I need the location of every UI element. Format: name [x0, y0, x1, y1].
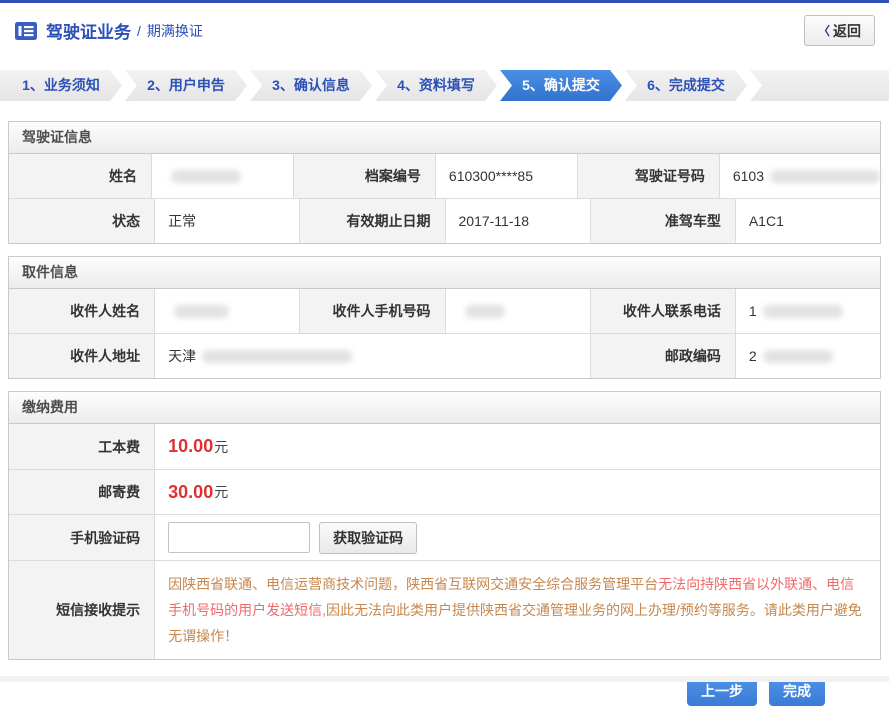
recipient-name-label: 收件人姓名: [9, 289, 154, 333]
wizard-step-bar: 1、业务须知 2、用户申告 3、确认信息 4、资料填写 5、确认提交 6、完成提…: [0, 70, 889, 101]
status-label: 状态: [9, 199, 154, 243]
vehicle-class-value: A1C1: [735, 199, 880, 243]
page-bottom-strip: [0, 676, 889, 682]
file-number-value: 610300****85: [435, 154, 577, 198]
recipient-name-value: [154, 289, 299, 333]
table-row: 收件人地址 天津 邮政编码 2: [9, 333, 880, 378]
recipient-address-label: 收件人地址: [9, 334, 154, 378]
recipient-address-prefix: 天津: [168, 346, 196, 366]
redacted-recipient-phone: [763, 305, 843, 318]
license-info-section: 驾驶证信息 姓名 档案编号 610300****85 驾驶证号码 6103 状态…: [8, 121, 881, 244]
step-5-confirm-submit[interactable]: 5、确认提交: [500, 70, 622, 101]
recipient-address-value: 天津: [154, 334, 590, 378]
vehicle-class-label: 准驾车型: [590, 199, 735, 243]
expiry-date-value: 2017-11-18: [445, 199, 590, 243]
redacted-name: [171, 170, 241, 183]
table-row: 短信接收提示 因陕西省联通、电信运营商技术问题，陕西省互联网交通安全综合服务管理…: [9, 560, 880, 659]
status-value: 正常: [154, 199, 299, 243]
step-1-business-notice[interactable]: 1、业务须知: [0, 70, 122, 101]
postal-code-prefix: 2: [749, 348, 757, 364]
sms-code-cell: 获取验证码: [154, 515, 880, 560]
redacted-postal-code: [763, 350, 833, 363]
postal-code-value: 2: [735, 334, 880, 378]
step-2-user-declaration[interactable]: 2、用户申告: [125, 70, 247, 101]
sms-notice-label: 短信接收提示: [9, 561, 154, 659]
back-button-label: 返回: [833, 21, 861, 41]
license-number-prefix: 6103: [733, 168, 764, 184]
mailing-fee-value: 30.00 元: [154, 470, 880, 514]
redacted-recipient-name: [174, 305, 229, 318]
step-bar-filler: [750, 70, 889, 101]
table-row: 状态 正常 有效期止日期 2017-11-18 准驾车型 A1C1: [9, 198, 880, 243]
page-title: 驾驶证业务: [46, 18, 131, 43]
production-fee-amount: 10.00: [168, 436, 213, 457]
fees-title: 缴纳费用: [9, 392, 880, 424]
recipient-mobile-label: 收件人手机号码: [299, 289, 444, 333]
license-info-title: 驾驶证信息: [9, 122, 880, 154]
mailing-fee-amount: 30.00: [168, 482, 213, 503]
back-button[interactable]: 〈 返回: [804, 15, 875, 46]
recipient-phone-label: 收件人联系电话: [590, 289, 735, 333]
production-fee-unit: 元: [214, 437, 228, 457]
back-chevron-icon: 〈: [818, 22, 830, 39]
step-3-confirm-info[interactable]: 3、确认信息: [250, 70, 372, 101]
production-fee-value: 10.00 元: [154, 424, 880, 469]
production-fee-label: 工本费: [9, 424, 154, 469]
get-sms-code-button[interactable]: 获取验证码: [319, 522, 417, 554]
sms-code-label: 手机验证码: [9, 515, 154, 560]
breadcrumb-divider: /: [137, 23, 141, 39]
step-4-fill-data[interactable]: 4、资料填写: [375, 70, 497, 101]
pickup-info-section: 取件信息 收件人姓名 收件人手机号码 收件人联系电话 1 收件人地址 天津 邮政…: [8, 256, 881, 379]
recipient-phone-prefix: 1: [749, 303, 757, 319]
breadcrumb-current: 期满换证: [147, 21, 203, 41]
license-service-icon: [14, 21, 38, 41]
table-row: 工本费 10.00 元: [9, 424, 880, 469]
sms-code-input[interactable]: [168, 522, 310, 553]
file-number-label: 档案编号: [293, 154, 435, 198]
license-number-label: 驾驶证号码: [577, 154, 719, 198]
table-row: 收件人姓名 收件人手机号码 收件人联系电话 1: [9, 289, 880, 333]
pickup-info-title: 取件信息: [9, 257, 880, 289]
recipient-phone-value: 1: [735, 289, 880, 333]
sms-notice-text: 因陕西省联通、电信运营商技术问题，陕西省互联网交通安全综合服务管理平台无法向持陕…: [154, 561, 880, 659]
license-number-value: 6103: [719, 154, 880, 198]
name-label: 姓名: [9, 154, 151, 198]
table-row: 姓名 档案编号 610300****85 驾驶证号码 6103: [9, 154, 880, 198]
table-row: 手机验证码 获取验证码: [9, 514, 880, 560]
fees-section: 缴纳费用 工本费 10.00 元 邮寄费 30.00 元 手机验证码 获取验证码…: [8, 391, 881, 660]
mailing-fee-unit: 元: [214, 482, 228, 502]
page-header: 驾驶证业务 / 期满换证 〈 返回: [0, 3, 889, 58]
redacted-license-number: [770, 170, 880, 183]
name-value: [151, 154, 293, 198]
mailing-fee-label: 邮寄费: [9, 470, 154, 514]
postal-code-label: 邮政编码: [590, 334, 735, 378]
redacted-recipient-address: [202, 350, 352, 363]
recipient-mobile-value: [445, 289, 590, 333]
step-6-finish-submit[interactable]: 6、完成提交: [625, 70, 747, 101]
table-row: 邮寄费 30.00 元: [9, 469, 880, 514]
sms-notice-segment-1: 因陕西省联通、电信运营商技术问题，陕西省互联网交通安全综合服务管理平台: [168, 576, 658, 592]
redacted-recipient-mobile: [465, 305, 505, 318]
expiry-date-label: 有效期止日期: [299, 199, 444, 243]
